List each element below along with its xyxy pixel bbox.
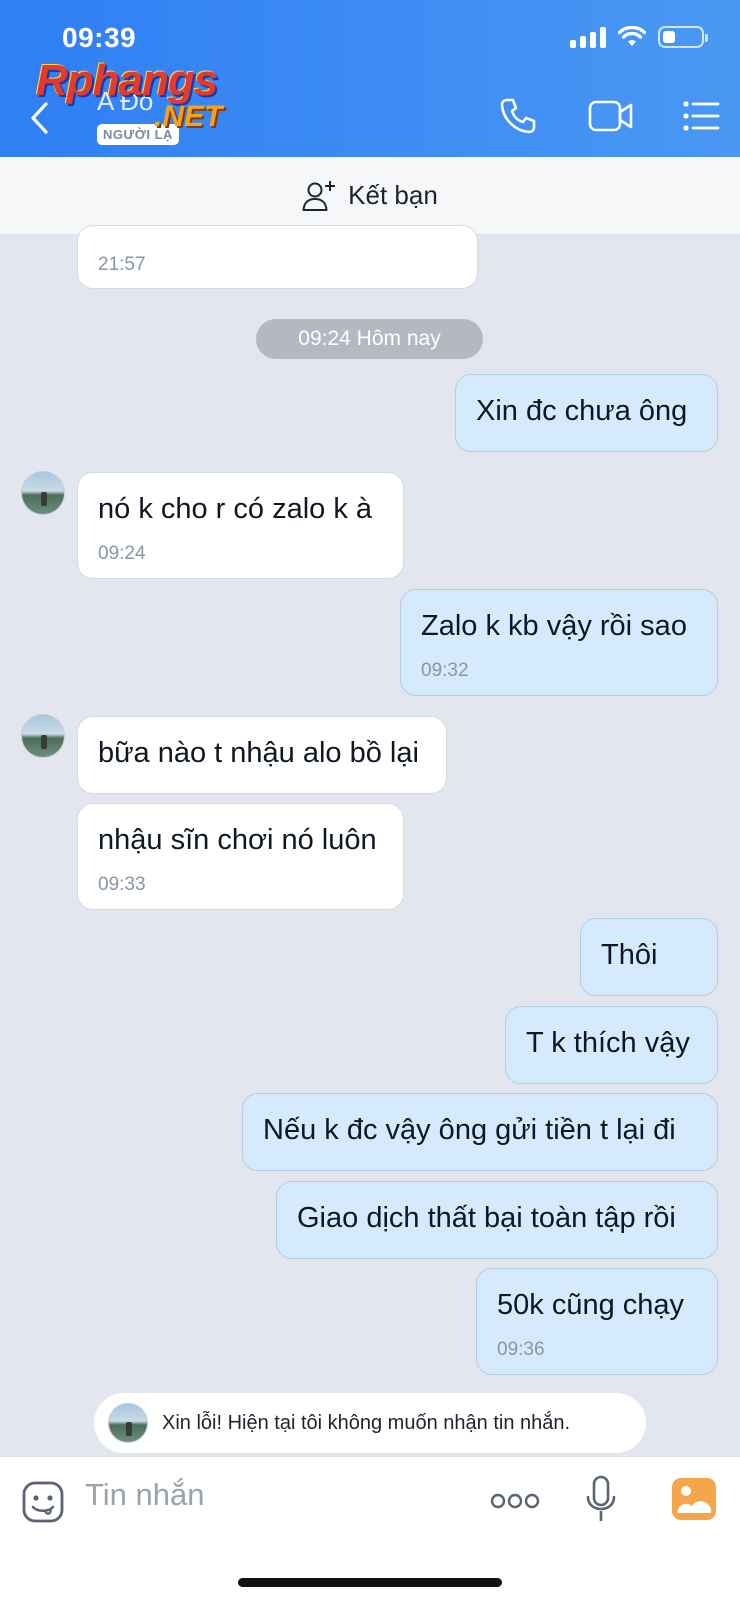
- status-time: 09:39: [62, 22, 137, 53]
- image-icon[interactable]: [671, 1477, 717, 1521]
- message-time: 09:32: [421, 660, 469, 681]
- battery-icon: [658, 26, 708, 48]
- video-call-icon[interactable]: [588, 96, 634, 136]
- add-friend-icon: [302, 180, 336, 211]
- message-text: Zalo k kb vậy rồi sao: [421, 610, 687, 642]
- message-outgoing[interactable]: Giao dịch thất bại toàn tập rồi: [276, 1181, 718, 1259]
- message-input[interactable]: Tin nhắn: [85, 1477, 205, 1513]
- message-text: bữa nào t nhậu alo bồ lại: [98, 737, 419, 769]
- message-incoming[interactable]: nó k cho r có zalo k à 09:24: [77, 472, 404, 579]
- message-text: Xin đc chưa ông: [476, 395, 688, 427]
- message-text: 50k cũng chạy: [497, 1289, 685, 1321]
- sticker-icon[interactable]: [21, 1480, 65, 1524]
- microphone-icon[interactable]: [585, 1475, 617, 1525]
- status-icons: [570, 26, 708, 48]
- watermark-sub: .NET: [154, 100, 223, 133]
- add-friend-bar[interactable]: Kết bạn: [0, 157, 740, 235]
- message-text: nó k cho r có zalo k à: [98, 493, 373, 525]
- message-time: 09:24: [98, 543, 146, 564]
- message-outgoing[interactable]: T k thích vậy: [505, 1006, 718, 1084]
- watermark-logo: Rphangs .NET: [36, 56, 266, 136]
- message-incoming[interactable]: nhậu sĩn chơi nó luôn 09:33: [77, 803, 404, 910]
- message-incoming[interactable]: bữa nào t nhậu alo bồ lại: [77, 716, 447, 794]
- message-text: Thôi: [601, 939, 658, 971]
- wifi-icon: [618, 26, 646, 46]
- chat-header: 09:39 A Đô NGƯỜI LẠ Rphangs .NET: [0, 0, 740, 157]
- message-incoming[interactable]: 21:57: [77, 225, 478, 289]
- home-indicator[interactable]: [238, 1578, 502, 1587]
- watermark-main: Rphangs: [36, 56, 218, 105]
- message-text: Giao dịch thất bại toàn tập rồi: [297, 1202, 676, 1234]
- message-text: nhậu sĩn chơi nó luôn: [98, 824, 377, 856]
- message-outgoing[interactable]: Thôi: [580, 918, 718, 996]
- phone-icon[interactable]: [498, 96, 538, 136]
- more-icon[interactable]: [490, 1492, 540, 1510]
- auto-reply-notice: Xin lỗi! Hiện tại tôi không muốn nhận ti…: [94, 1393, 646, 1453]
- message-text: Nếu k đc vậy ông gửi tiền t lại đi: [263, 1114, 676, 1146]
- message-outgoing[interactable]: 50k cũng chạy 09:36: [476, 1268, 718, 1375]
- message-composer: Tin nhắn: [0, 1456, 740, 1600]
- date-separator: 09:24 Hôm nay: [256, 319, 483, 359]
- message-time: 09:33: [98, 874, 146, 895]
- message-time: 09:36: [497, 1339, 545, 1360]
- avatar: [108, 1403, 148, 1443]
- message-outgoing[interactable]: Zalo k kb vậy rồi sao 09:32: [400, 589, 718, 696]
- message-outgoing[interactable]: Xin đc chưa ông: [455, 374, 718, 452]
- auto-reply-text: Xin lỗi! Hiện tại tôi không muốn nhận ti…: [162, 1411, 571, 1434]
- avatar[interactable]: [21, 471, 65, 515]
- menu-list-icon[interactable]: [682, 96, 720, 136]
- add-friend-label: Kết bạn: [348, 180, 438, 210]
- message-outgoing[interactable]: Nếu k đc vậy ông gửi tiền t lại đi: [242, 1093, 718, 1171]
- message-time: 21:57: [98, 254, 146, 275]
- message-text: T k thích vậy: [526, 1027, 690, 1059]
- avatar[interactable]: [21, 714, 65, 758]
- signal-icon: [570, 26, 606, 48]
